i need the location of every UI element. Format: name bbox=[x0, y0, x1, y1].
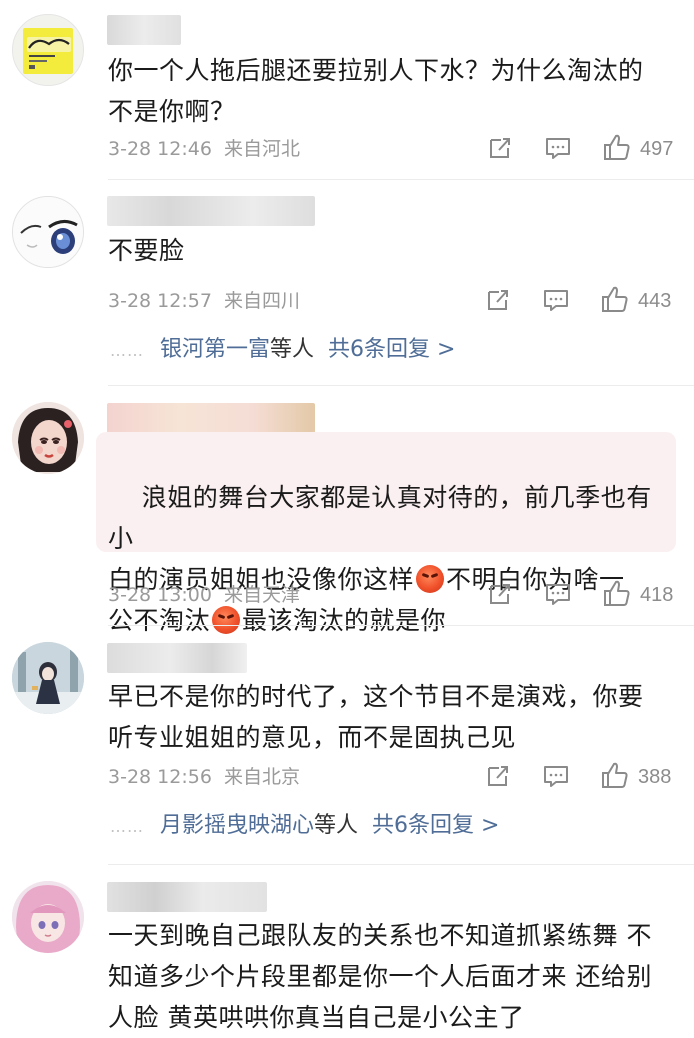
comment-meta: 3-28 12:56 来自北京 bbox=[108, 762, 300, 792]
comment-text: 早已不是你的时代了，这个节目不是演戏，你要 听专业姐姐的意见，而不是固执己见 bbox=[108, 682, 644, 752]
username-blurred[interactable] bbox=[107, 15, 181, 45]
comment-time: 3-28 12:46 bbox=[108, 138, 212, 160]
username-blurred[interactable] bbox=[107, 403, 315, 433]
avatar-image bbox=[23, 28, 73, 74]
reply-user-link[interactable]: 月影摇曳映湖心 bbox=[160, 813, 314, 838]
reply-total-link[interactable]: 共6条回复 > bbox=[328, 337, 455, 362]
avatar[interactable] bbox=[12, 881, 84, 953]
comment-location: 来自四川 bbox=[223, 290, 300, 312]
share-icon[interactable] bbox=[484, 286, 512, 318]
comment-location: 来自北京 bbox=[223, 766, 300, 788]
comment-actions: 388 bbox=[480, 759, 680, 795]
username-blurred[interactable] bbox=[107, 882, 267, 912]
like-count: 418 bbox=[640, 584, 674, 606]
comment-time: 3-28 13:00 bbox=[108, 584, 212, 606]
thumbs-up-icon[interactable] bbox=[602, 132, 632, 166]
username-blurred[interactable] bbox=[107, 643, 247, 673]
thumbs-up-icon[interactable] bbox=[602, 578, 632, 612]
like-count: 497 bbox=[640, 138, 674, 160]
comment-icon[interactable] bbox=[544, 134, 572, 166]
replies-ellipsis: …… bbox=[110, 817, 144, 836]
comment-location: 来自河北 bbox=[223, 138, 300, 160]
thumbs-up-icon[interactable] bbox=[600, 284, 630, 318]
share-icon[interactable] bbox=[486, 580, 514, 612]
comment-actions: 497 bbox=[480, 131, 680, 167]
like-count: 443 bbox=[638, 290, 672, 312]
comment-actions: 418 bbox=[480, 577, 680, 613]
comment-item: 你一个人拖后腿还要拉别人下水？为什么淘汰的 不是你啊？ 3-28 12:46 来… bbox=[0, 0, 694, 180]
avatar[interactable] bbox=[12, 642, 84, 714]
avatar-image bbox=[13, 197, 83, 267]
avatar[interactable] bbox=[12, 14, 84, 86]
avatar[interactable] bbox=[12, 402, 84, 474]
comment-icon[interactable] bbox=[544, 580, 572, 612]
comment-actions: 443 bbox=[480, 283, 680, 319]
comment-meta: 3-28 12:57 来自四川 bbox=[108, 286, 300, 316]
avatar-image bbox=[12, 402, 84, 474]
comment-item: 一天到晚自己跟队友的关系也不知道抓紧练舞 不 知道多少个片段里都是你一个人后面才… bbox=[0, 865, 694, 1032]
replies-ellipsis: …… bbox=[110, 341, 144, 360]
comment-text: 一天到晚自己跟队友的关系也不知道抓紧练舞 不 知道多少个片段里都是你一个人后面才… bbox=[108, 921, 652, 1032]
comment-time: 3-28 12:56 bbox=[108, 766, 212, 788]
comment-text: 不要脸 bbox=[108, 236, 185, 265]
angry-face-emoji bbox=[416, 565, 445, 593]
comment-location: 来自天津 bbox=[223, 584, 300, 606]
avatar-image bbox=[12, 881, 84, 953]
comment-meta: 3-28 13:00 来自天津 bbox=[108, 580, 300, 610]
thumbs-up-icon[interactable] bbox=[600, 760, 630, 794]
reply-suffix: 等人 bbox=[314, 813, 359, 838]
avatar[interactable] bbox=[12, 196, 84, 268]
comment-item: 早已不是你的时代了，这个节目不是演戏，你要 听专业姐姐的意见，而不是固执己见 3… bbox=[0, 626, 694, 864]
share-icon[interactable] bbox=[484, 762, 512, 794]
username-blurred[interactable] bbox=[107, 196, 315, 226]
comment-icon[interactable] bbox=[542, 286, 570, 318]
more-replies-link[interactable]: …… 银河第一富等人 共6条回复 > bbox=[110, 332, 455, 368]
comment-text: 你一个人拖后腿还要拉别人下水？为什么淘汰的 不是你啊？ bbox=[108, 56, 644, 126]
more-replies-link[interactable]: …… 月影摇曳映湖心等人 共6条回复 > bbox=[110, 808, 499, 844]
reply-total-link[interactable]: 共6条回复 > bbox=[372, 813, 499, 838]
like-count: 388 bbox=[638, 766, 672, 788]
avatar-image bbox=[12, 642, 84, 714]
comment-item: 浪姐的舞台大家都是认真对待的，前几季也有小 白的演员姐姐也没像你这样 不明白你为啥… bbox=[0, 386, 694, 635]
comment-meta: 3-28 12:46 来自河北 bbox=[108, 134, 300, 164]
share-icon[interactable] bbox=[486, 134, 514, 166]
comment-time: 3-28 12:57 bbox=[108, 290, 212, 312]
reply-suffix: 等人 bbox=[270, 337, 315, 362]
comment-icon[interactable] bbox=[542, 762, 570, 794]
comment-item: 不要脸 3-28 12:57 来自四川 443 …… 银河第一富等人 共6条回复 > bbox=[0, 180, 694, 385]
reply-user-link[interactable]: 银河第一富 bbox=[160, 337, 270, 362]
